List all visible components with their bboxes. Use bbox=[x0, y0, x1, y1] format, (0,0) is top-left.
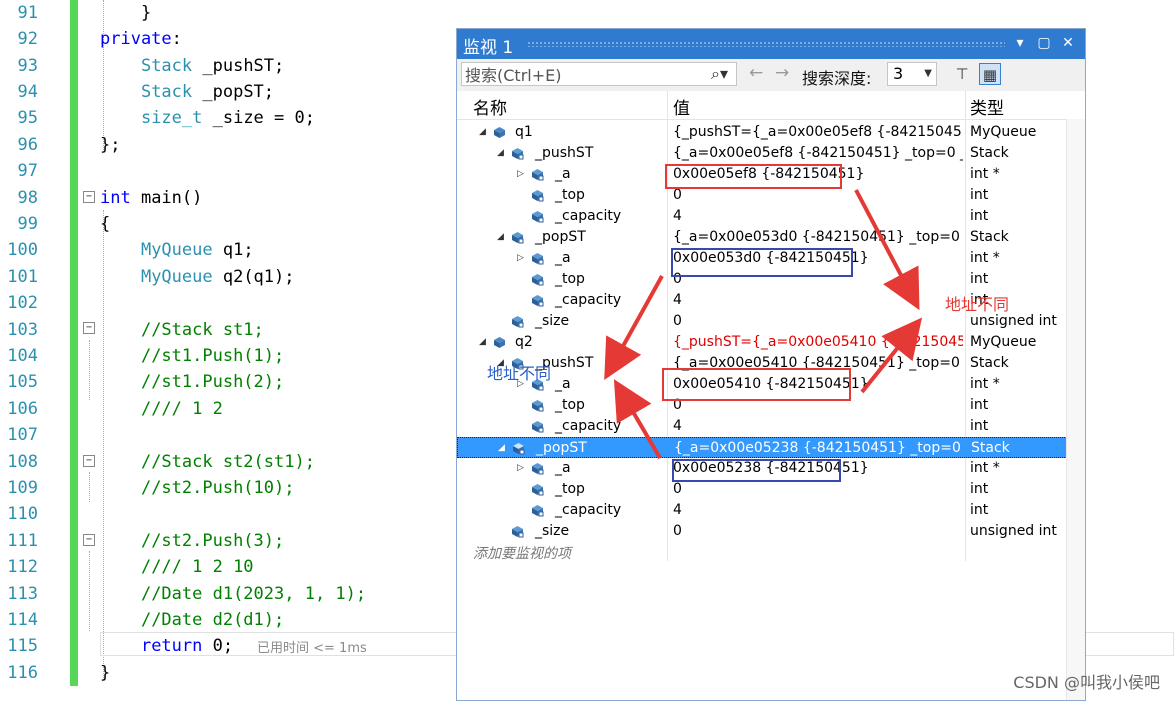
arrow-to-left-note bbox=[613, 379, 662, 460]
arrow-to-left-note bbox=[604, 275, 664, 380]
watermark: CSDN @叫我小侯吧 bbox=[1013, 673, 1160, 692]
arrow-to-right-note bbox=[860, 317, 923, 394]
arrow-to-right-note bbox=[854, 189, 920, 311]
annotation-right-note: 地址不同 bbox=[945, 295, 1010, 314]
annotation-left-note: 地址不同 bbox=[487, 364, 552, 383]
annotation-arrows bbox=[604, 189, 923, 460]
